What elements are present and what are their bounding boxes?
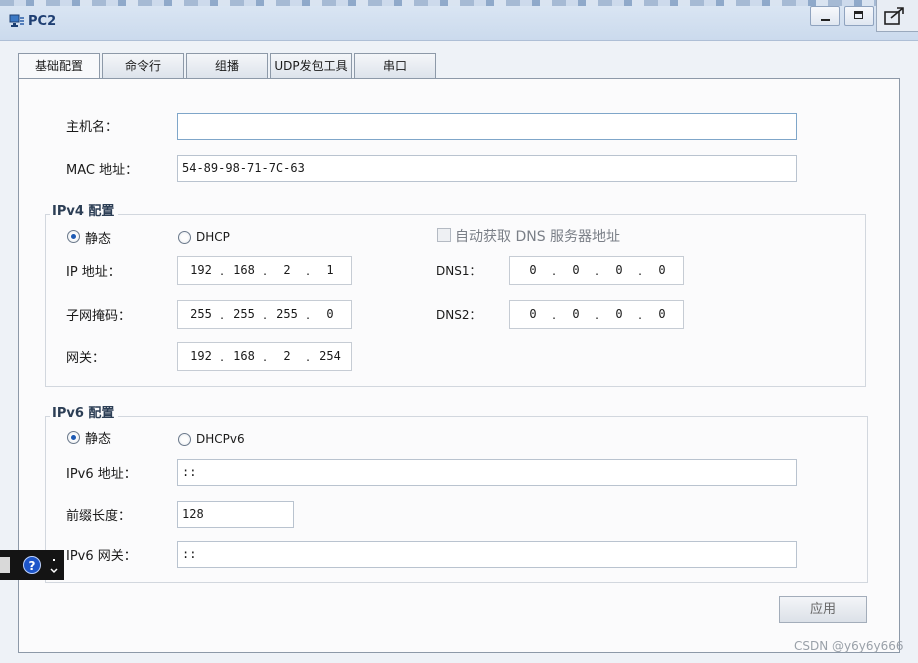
ip-octet: 2 [283, 263, 291, 277]
tab-multicast[interactable]: 组播 [186, 53, 268, 78]
ip-dot: . [220, 264, 224, 278]
gateway-input[interactable]: 192 . 168 . 2 . 254 [177, 342, 352, 371]
hostname-label: 主机名： [66, 120, 119, 135]
ip-dot: . [638, 308, 642, 322]
ip-dot: . [306, 308, 310, 322]
pc2-config-window: PC2 基础配置 命令行 组播 UDP发包工具 串口 主机名： MAC 地址： … [0, 0, 918, 663]
dns2-input[interactable]: 0 . 0 . 0 . 0 [509, 300, 684, 329]
watermark: CSDN @y6y6y666 [794, 639, 904, 653]
auto-dns-checkbox[interactable] [437, 228, 451, 242]
gateway-octet: 2 [283, 349, 291, 363]
ipv4-static-radio[interactable] [67, 230, 80, 243]
ipv4-group-title: IPv4 配置 [50, 200, 119, 219]
subnet-mask-label: 子网掩码： [66, 309, 132, 324]
ip-dot: . [638, 264, 642, 278]
gateway-octet: 192 [190, 349, 212, 363]
dns1-input[interactable]: 0 . 0 . 0 . 0 [509, 256, 684, 285]
ip-octet: 192 [190, 263, 212, 277]
gateway-octet: 254 [319, 349, 341, 363]
ipv6-address-label: IPv6 地址： [66, 467, 137, 482]
ip-dot: . [306, 350, 310, 364]
ip-dot: . [263, 350, 267, 364]
ip-dot: . [263, 264, 267, 278]
ip-dot: . [552, 308, 556, 322]
mask-octet: 0 [326, 307, 334, 321]
subnet-mask-input[interactable]: 255 . 255 . 255 . 0 [177, 300, 352, 329]
dns2-octet: 0 [615, 307, 623, 321]
dns2-octet: 0 [529, 307, 537, 321]
ip-octet: 168 [233, 263, 255, 277]
pc-app-icon [9, 14, 24, 27]
ipv4-static-label: 静态 [85, 232, 112, 247]
dns2-octet: 0 [658, 307, 666, 321]
dns1-octet: 0 [615, 263, 623, 277]
tab-command-line[interactable]: 命令行 [102, 53, 184, 78]
mask-octet: 255 [190, 307, 212, 321]
gateway-octet: 168 [233, 349, 255, 363]
prefix-length-input[interactable]: 128 [177, 501, 294, 528]
dns1-octet: 0 [658, 263, 666, 277]
ipv6-group-title: IPv6 配置 [50, 402, 119, 421]
maximize-button[interactable] [844, 6, 874, 26]
ipv6-address-input[interactable]: :: [177, 459, 797, 486]
gateway-label: 网关： [66, 351, 106, 366]
minimize-button[interactable] [810, 6, 840, 26]
ipv6-gateway-label: IPv6 网关： [66, 549, 137, 564]
ipv6-dhcp-radio[interactable] [178, 433, 191, 446]
helper-grip-icon [0, 557, 10, 573]
tab-basic-config[interactable]: 基础配置 [18, 53, 100, 79]
window-title: PC2 [28, 14, 57, 29]
ip-dot: . [595, 308, 599, 322]
help-icon[interactable]: ? [23, 556, 41, 574]
open-external-icon [884, 7, 904, 25]
title-bar[interactable]: PC2 [0, 0, 918, 41]
background-toolbar-strip [0, 0, 918, 6]
ipv4-dhcp-radio[interactable] [178, 231, 191, 244]
ip-dot: . [220, 308, 224, 322]
mask-octet: 255 [276, 307, 298, 321]
prefix-length-label: 前缀长度： [66, 509, 132, 524]
tab-serial[interactable]: 串口 [354, 53, 436, 78]
open-external-button[interactable] [876, 0, 918, 32]
ip-dot: . [263, 308, 267, 322]
ipv6-static-label: 静态 [85, 432, 112, 447]
ip-octet: 1 [326, 263, 334, 277]
mac-address-field[interactable]: 54-89-98-71-7C-63 [177, 155, 797, 182]
ipv6-gateway-input[interactable]: :: [177, 541, 797, 568]
dns1-label: DNS1： [436, 264, 482, 278]
apply-button[interactable]: 应用 [779, 596, 867, 623]
auto-dns-label: 自动获取 DNS 服务器地址 [455, 229, 621, 245]
ip-dot: . [220, 350, 224, 364]
dns1-octet: 0 [572, 263, 580, 277]
ipv4-dhcp-label: DHCP [196, 230, 230, 244]
helper-menu-icon[interactable] [50, 558, 58, 574]
dns1-octet: 0 [529, 263, 537, 277]
hostname-input[interactable] [177, 113, 797, 140]
ipv6-dhcp-label: DHCPv6 [196, 432, 245, 446]
mac-label: MAC 地址： [66, 163, 139, 178]
ip-address-label: IP 地址： [66, 265, 121, 280]
ipv6-static-radio[interactable] [67, 431, 80, 444]
ip-dot: . [595, 264, 599, 278]
ip-dot: . [306, 264, 310, 278]
tab-udp-tool[interactable]: UDP发包工具 [270, 53, 352, 78]
ip-address-input[interactable]: 192 . 168 . 2 . 1 [177, 256, 352, 285]
ip-dot: . [552, 264, 556, 278]
dns2-label: DNS2： [436, 308, 482, 322]
floating-helper-toolbar[interactable]: ? [0, 550, 64, 580]
mask-octet: 255 [233, 307, 255, 321]
dns2-octet: 0 [572, 307, 580, 321]
